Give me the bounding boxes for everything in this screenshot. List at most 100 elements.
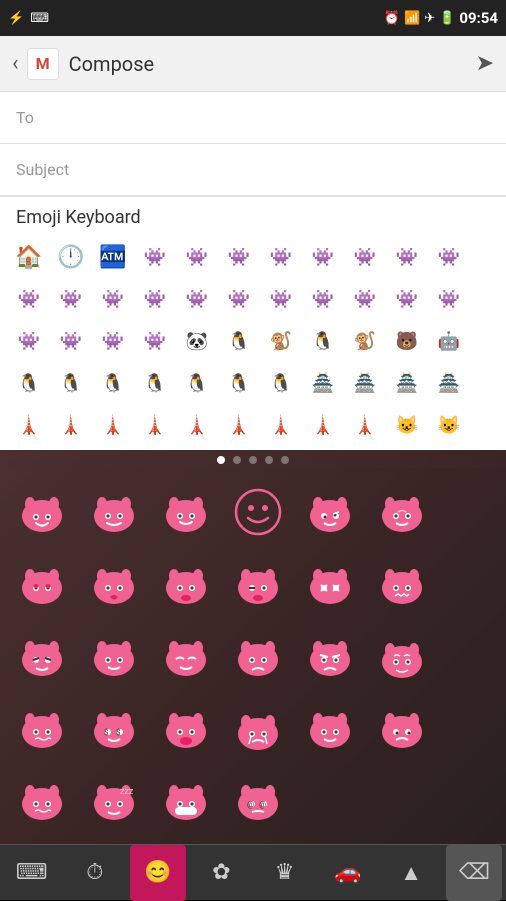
list-item[interactable] bbox=[150, 692, 222, 764]
list-item[interactable]: 🐧 bbox=[176, 362, 218, 404]
list-item[interactable] bbox=[6, 692, 78, 764]
list-item[interactable]: 👾 bbox=[134, 278, 176, 320]
list-item[interactable]: 👾 bbox=[8, 278, 50, 320]
list-item[interactable]: 🐧 bbox=[218, 320, 260, 362]
list-item[interactable]: 👾 bbox=[302, 236, 344, 278]
gmail-logo: M bbox=[27, 48, 59, 80]
list-item[interactable]: 🗼 bbox=[344, 404, 386, 446]
list-item[interactable] bbox=[6, 764, 78, 836]
list-item[interactable]: 🗼 bbox=[8, 404, 50, 446]
flower-btn[interactable]: ✿ bbox=[193, 845, 249, 901]
list-item[interactable]: 🐧 bbox=[50, 362, 92, 404]
list-item[interactable]: 👾 bbox=[344, 278, 386, 320]
list-item[interactable] bbox=[150, 476, 222, 548]
backspace-btn[interactable]: ⌫ bbox=[446, 845, 502, 901]
list-item[interactable]: 👾 bbox=[344, 236, 386, 278]
list-item[interactable] bbox=[222, 620, 294, 692]
list-item[interactable]: 👾 bbox=[218, 278, 260, 320]
list-item[interactable]: 🗼 bbox=[50, 404, 92, 446]
list-item[interactable]: 🕛 bbox=[50, 236, 92, 278]
list-item[interactable]: 🗼 bbox=[92, 404, 134, 446]
list-item[interactable]: 🐧 bbox=[134, 362, 176, 404]
crown-btn[interactable]: ♛ bbox=[257, 845, 313, 901]
list-item[interactable]: 🤖 bbox=[428, 320, 470, 362]
emoji-keyboard-title: Emoji Keyboard bbox=[16, 207, 141, 228]
list-item[interactable] bbox=[222, 476, 294, 548]
list-item[interactable] bbox=[78, 476, 150, 548]
list-item[interactable]: 🏯 bbox=[344, 362, 386, 404]
list-item[interactable]: 🐧 bbox=[260, 362, 302, 404]
list-item[interactable]: 🏯 bbox=[302, 362, 344, 404]
list-item[interactable]: 👾 bbox=[92, 320, 134, 362]
list-item[interactable]: 🗼 bbox=[176, 404, 218, 446]
list-item[interactable] bbox=[6, 620, 78, 692]
list-item[interactable]: 🐧 bbox=[92, 362, 134, 404]
status-bar-right: ⏰ 📶 ✈ 🔋 09:54 bbox=[384, 9, 498, 27]
list-item[interactable] bbox=[294, 548, 366, 620]
list-item[interactable] bbox=[6, 476, 78, 548]
list-item[interactable] bbox=[222, 692, 294, 764]
list-item[interactable]: 👾 bbox=[428, 278, 470, 320]
list-item[interactable]: 😺 bbox=[386, 404, 428, 446]
list-item[interactable] bbox=[294, 692, 366, 764]
list-item[interactable]: 👾 bbox=[8, 320, 50, 362]
list-item[interactable]: 👾 bbox=[134, 320, 176, 362]
list-item[interactable]: 🏯 bbox=[428, 362, 470, 404]
list-item[interactable]: 👾 bbox=[260, 236, 302, 278]
list-item[interactable]: 👾 bbox=[50, 278, 92, 320]
list-item[interactable]: 👾 bbox=[176, 278, 218, 320]
car-btn[interactable]: 🚗 bbox=[320, 845, 376, 901]
list-item[interactable] bbox=[294, 620, 366, 692]
list-item[interactable]: zzz bbox=[78, 764, 150, 836]
history-btn[interactable]: ⏱ bbox=[67, 845, 123, 901]
list-item[interactable]: 👾 bbox=[428, 236, 470, 278]
flower-icon: ✿ bbox=[212, 860, 230, 885]
list-item[interactable] bbox=[366, 476, 438, 548]
list-item[interactable]: 👾 bbox=[260, 278, 302, 320]
list-item[interactable]: $ $ bbox=[78, 692, 150, 764]
list-item[interactable] bbox=[150, 764, 222, 836]
list-item[interactable]: 🐧 bbox=[218, 362, 260, 404]
list-item[interactable]: 👾 bbox=[50, 320, 92, 362]
list-item[interactable] bbox=[150, 548, 222, 620]
list-item[interactable] bbox=[6, 548, 78, 620]
list-item[interactable] bbox=[78, 548, 150, 620]
to-input[interactable] bbox=[76, 97, 490, 139]
list-item[interactable] bbox=[222, 548, 294, 620]
list-item[interactable]: 👾 bbox=[176, 236, 218, 278]
list-item[interactable]: 🏠 bbox=[8, 236, 50, 278]
list-item[interactable]: 🗼 bbox=[218, 404, 260, 446]
list-item[interactable]: 🐒 bbox=[344, 320, 386, 362]
list-item[interactable]: 🐼 bbox=[176, 320, 218, 362]
list-item[interactable]: 👾 bbox=[302, 278, 344, 320]
list-item[interactable]: 🗼 bbox=[260, 404, 302, 446]
send-button[interactable]: ➤ bbox=[476, 51, 494, 76]
list-item[interactable]: 🐒 bbox=[260, 320, 302, 362]
list-item[interactable]: 🐻 bbox=[386, 320, 428, 362]
list-item[interactable] bbox=[78, 620, 150, 692]
list-item[interactable]: 🗼 bbox=[134, 404, 176, 446]
list-item[interactable]: 👾 bbox=[218, 236, 260, 278]
list-item[interactable] bbox=[294, 476, 366, 548]
list-item[interactable]: @ @ bbox=[222, 764, 294, 836]
list-item[interactable]: 👾 bbox=[386, 278, 428, 320]
list-item[interactable] bbox=[366, 548, 438, 620]
status-bar: ⚡ ⌨ ⏰ 📶 ✈ 🔋 09:54 bbox=[0, 0, 506, 36]
emoji-btn[interactable]: 😊 bbox=[130, 845, 186, 901]
list-item[interactable]: 🏧 bbox=[92, 236, 134, 278]
list-item[interactable]: 👾 bbox=[134, 236, 176, 278]
list-item[interactable]: 🏯 bbox=[386, 362, 428, 404]
list-item[interactable]: 👾 bbox=[92, 278, 134, 320]
list-item[interactable]: 🐧 bbox=[8, 362, 50, 404]
list-item[interactable] bbox=[366, 620, 438, 692]
subject-input[interactable] bbox=[76, 149, 490, 191]
list-item[interactable]: 🗼 bbox=[302, 404, 344, 446]
keyboard-btn[interactable]: ⌨ bbox=[4, 845, 60, 901]
list-item[interactable]: 🐧 bbox=[302, 320, 344, 362]
list-item[interactable] bbox=[150, 620, 222, 692]
back-button[interactable]: ‹ bbox=[12, 51, 19, 76]
triangle-btn[interactable]: ▲ bbox=[383, 845, 439, 901]
list-item[interactable]: 😺 bbox=[428, 404, 470, 446]
list-item[interactable]: 👾 bbox=[386, 236, 428, 278]
list-item[interactable] bbox=[366, 692, 438, 764]
